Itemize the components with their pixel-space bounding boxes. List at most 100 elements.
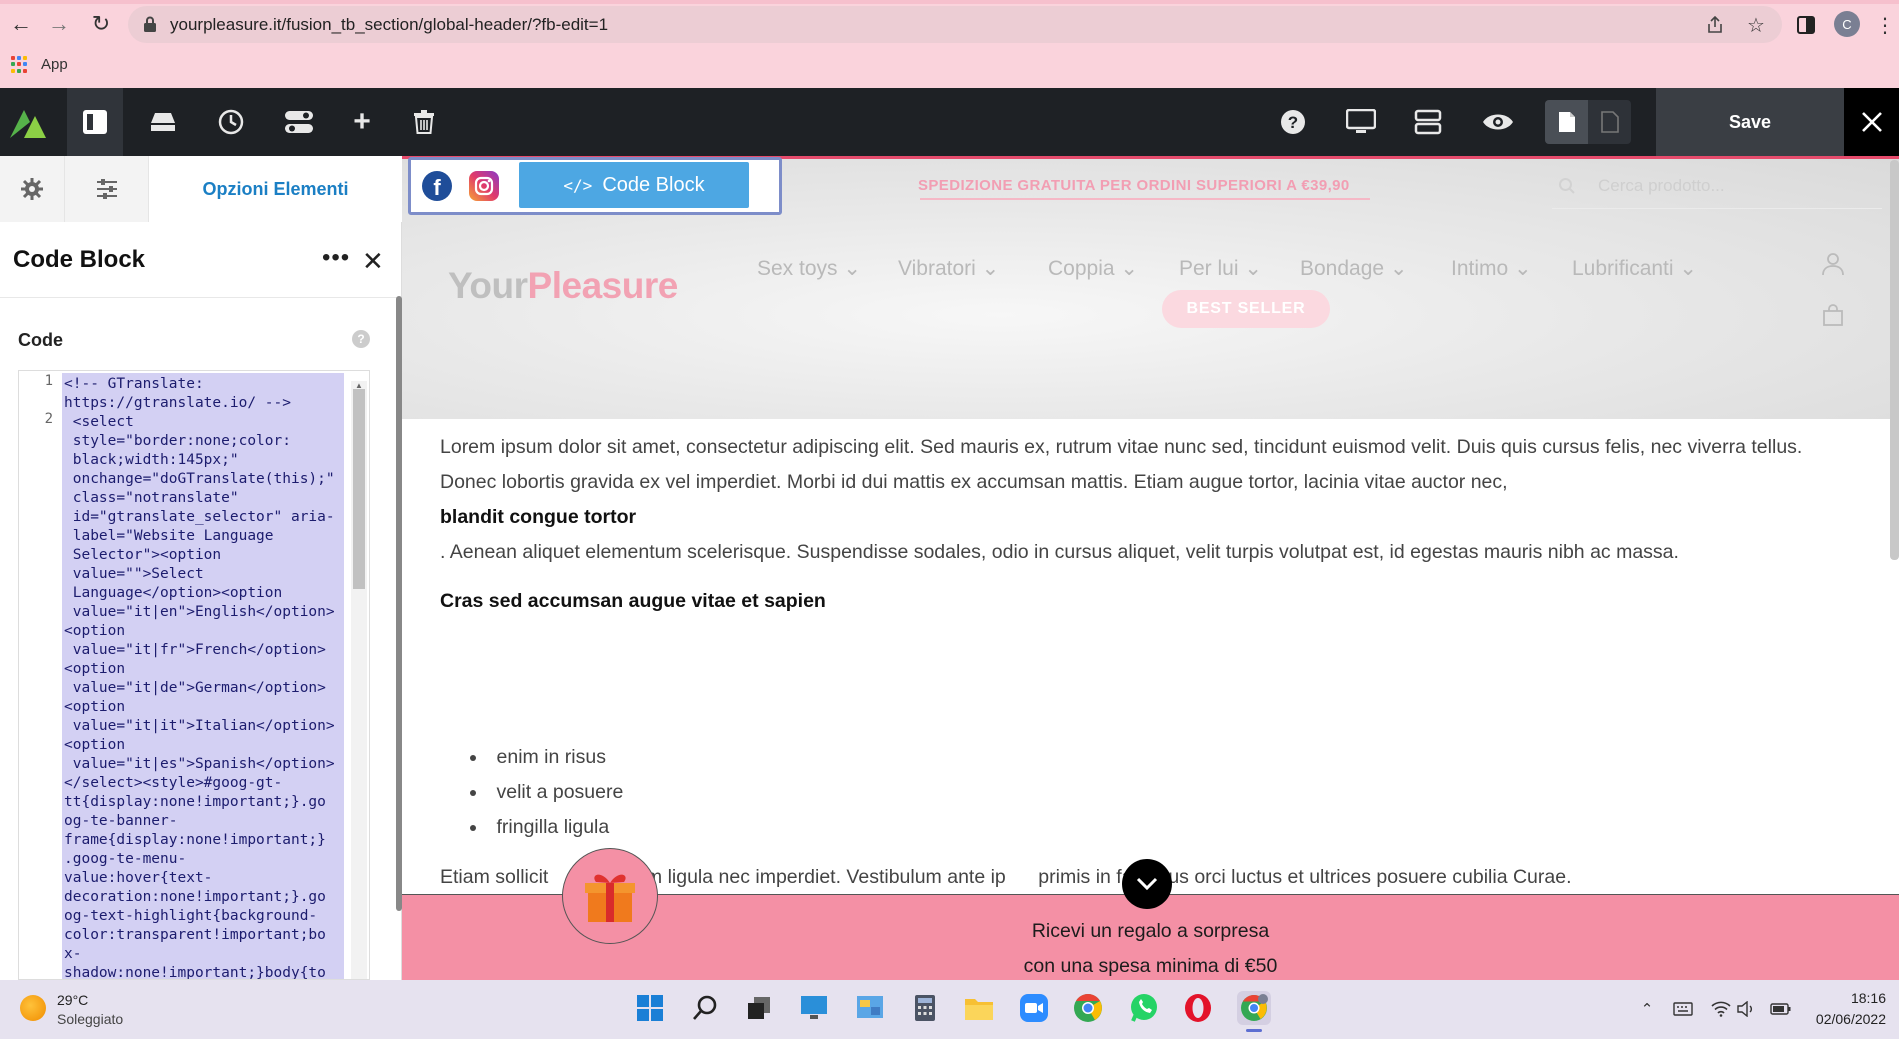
zoom-icon[interactable] <box>1017 991 1051 1025</box>
gear-icon <box>21 178 43 200</box>
share-icon[interactable] <box>1700 10 1730 40</box>
wifi-icon[interactable] <box>1710 998 1732 1020</box>
shipping-underline <box>920 198 1370 200</box>
desktop-preview-icon[interactable] <box>1333 88 1389 156</box>
tab-strip <box>0 0 1899 4</box>
nav-item-per-lui[interactable]: Per lui ⌄ <box>1179 256 1262 281</box>
apps-grid-icon[interactable] <box>11 56 28 73</box>
browser-menu-icon[interactable]: ⋮ <box>1870 10 1899 40</box>
bullet-list: enim in risus velit a posuere fringilla … <box>470 740 624 845</box>
task-view-icon[interactable] <box>742 991 776 1025</box>
document-solid-icon[interactable] <box>1545 100 1588 144</box>
line-number-gutter: 1 2 <box>19 371 61 979</box>
windows-start-icon[interactable] <box>633 991 667 1025</box>
remote-desktop-icon[interactable] <box>797 991 831 1025</box>
calculator-icon[interactable] <box>908 991 942 1025</box>
panel-divider <box>0 297 402 298</box>
chevron-down-icon[interactable] <box>1122 859 1172 909</box>
gift-icon[interactable] <box>562 848 658 944</box>
sun-weather-icon[interactable] <box>20 995 46 1021</box>
logo-pleasure: Pleasure <box>527 265 679 306</box>
code-field-label: Code <box>18 330 63 350</box>
profile-avatar[interactable]: C <box>1834 11 1860 37</box>
weather-temperature[interactable]: 29°C <box>57 992 88 1008</box>
help-tooltip-icon[interactable]: ? <box>352 330 370 348</box>
document-outline-icon[interactable] <box>1588 100 1631 144</box>
tab-element-options[interactable]: Opzioni Elementi <box>149 156 402 222</box>
code-block-label: Code Block <box>602 173 705 196</box>
bookmark-star-icon[interactable]: ☆ <box>1741 10 1771 40</box>
chrome-icon[interactable] <box>1071 991 1105 1025</box>
nav-item-intimo[interactable]: Intimo ⌄ <box>1451 256 1532 281</box>
preview-scrollbar[interactable] <box>1890 160 1899 560</box>
svg-text:?: ? <box>1288 113 1298 132</box>
shipping-banner[interactable]: SPEDIZIONE GRATUITA PER ORDINI SUPERIORI… <box>918 177 1350 194</box>
nav-item-bondage[interactable]: Bondage ⌄ <box>1300 256 1408 281</box>
nav-item-vibratori[interactable]: Vibratori ⌄ <box>898 256 999 281</box>
avada-logo-icon[interactable] <box>0 88 56 156</box>
instagram-icon[interactable] <box>469 171 499 201</box>
facebook-icon[interactable]: f <box>422 171 452 201</box>
whatsapp-icon[interactable] <box>1127 991 1161 1025</box>
best-seller-button[interactable]: BEST SELLER <box>1162 290 1330 328</box>
search-icon[interactable] <box>1558 177 1576 195</box>
keyboard-icon[interactable] <box>1672 998 1694 1020</box>
weather-description[interactable]: Soleggiato <box>57 1011 123 1027</box>
more-options-icon[interactable]: ••• <box>322 244 350 272</box>
add-element-icon[interactable]: + <box>334 88 390 156</box>
opera-icon[interactable] <box>1181 991 1215 1025</box>
close-builder-icon[interactable] <box>1844 88 1899 156</box>
chevron-up-icon[interactable]: ⌃ <box>1636 998 1658 1020</box>
side-panel-icon[interactable] <box>1791 10 1821 40</box>
gift-promo-line2: con una spesa minima di €50 <box>1023 955 1278 977</box>
forward-icon[interactable]: → <box>44 9 74 39</box>
library-icon[interactable] <box>135 88 191 156</box>
paragraph: Lorem ipsum dolor sit amet, consectetur … <box>440 436 1803 493</box>
chrome-profile-icon[interactable] <box>1237 991 1271 1025</box>
panel-title: Code Block <box>13 246 146 273</box>
lock-icon[interactable] <box>143 16 157 32</box>
sidebar-toggle-icon[interactable] <box>67 88 123 156</box>
editor-scroll-thumb[interactable] <box>353 389 365 589</box>
nav-item-coppia[interactable]: Coppia ⌄ <box>1048 256 1138 281</box>
tab-options[interactable] <box>65 156 149 222</box>
file-explorer-icon[interactable] <box>962 991 996 1025</box>
back-icon[interactable]: ← <box>6 9 36 39</box>
code-editor[interactable]: 1 2 <!-- GTranslate: https://gtranslate.… <box>18 370 370 980</box>
toggles-icon[interactable] <box>271 88 327 156</box>
paragraph: . Aenean aliquet elementum scelerisque. … <box>440 541 1679 563</box>
nav-item-sex-toys[interactable]: Sex toys ⌄ <box>757 256 861 281</box>
preview-eye-icon[interactable] <box>1470 88 1526 156</box>
code-block-button[interactable]: </> Code Block <box>519 162 749 208</box>
site-logo[interactable]: YourPleasure <box>448 265 678 307</box>
nav-item-lubrificanti[interactable]: Lubrificanti ⌄ <box>1572 256 1697 281</box>
sliders-icon <box>96 179 117 199</box>
close-panel-icon[interactable]: ✕ <box>362 246 384 277</box>
windows-taskbar <box>0 980 1899 1039</box>
clock-date[interactable]: 02/06/2022 <box>1806 1011 1886 1027</box>
list-item: velit a posuere <box>470 775 624 810</box>
control-panel-icon[interactable] <box>853 991 887 1025</box>
trash-icon[interactable] <box>396 88 452 156</box>
content-heading: Cras sed accumsan augue vitae et sapien <box>440 590 826 612</box>
search-underline <box>1552 208 1882 209</box>
code-content[interactable]: <!-- GTranslate: https://gtranslate.io/ … <box>62 373 344 979</box>
url-text[interactable]: yourpleasure.it/fusion_tb_section/global… <box>170 15 608 35</box>
battery-icon[interactable] <box>1770 998 1792 1020</box>
reload-icon[interactable]: ↻ <box>86 9 116 39</box>
search-icon[interactable] <box>688 991 722 1025</box>
list-item: fringilla ligula <box>470 810 623 845</box>
editor-scrollbar[interactable]: ▲ <box>351 381 367 979</box>
history-icon[interactable] <box>203 88 259 156</box>
bookmark-apps-label[interactable]: App <box>41 56 68 73</box>
volume-icon[interactable] <box>1736 998 1758 1020</box>
shopping-bag-icon[interactable] <box>1822 304 1844 326</box>
help-icon[interactable]: ? <box>1265 88 1321 156</box>
navigator-icon[interactable] <box>1400 88 1456 156</box>
code-icon: </> <box>563 175 593 195</box>
clock-time[interactable]: 18:16 <box>1840 990 1886 1006</box>
user-account-icon[interactable] <box>1822 252 1844 276</box>
search-input[interactable]: Cerca prodotto... <box>1598 176 1725 196</box>
tab-settings[interactable] <box>0 156 65 222</box>
save-button[interactable]: Save <box>1656 88 1844 156</box>
